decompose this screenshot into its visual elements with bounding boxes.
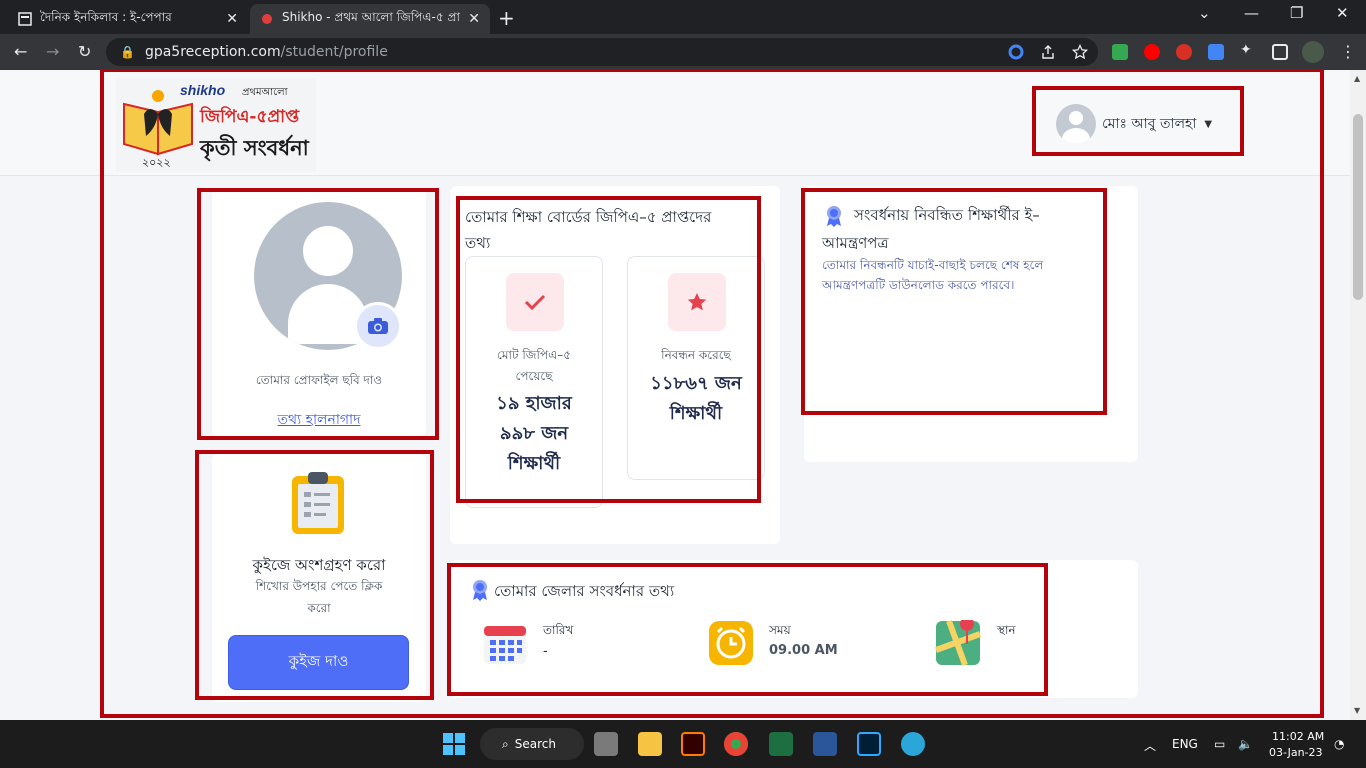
search-icon: ⌕ [502,736,509,751]
word-icon[interactable] [813,732,837,756]
url-host: gpa5reception.com [144,44,281,60]
bookmark-star-icon[interactable] [1072,44,1088,60]
adblock-extension-icon[interactable] [1176,44,1192,60]
notification-icon[interactable]: ◔ [1334,737,1344,751]
url-path: /student/profile [280,44,388,60]
youtube-extension-icon[interactable] [1144,44,1160,60]
illustrator-icon[interactable] [681,732,705,756]
google-icon[interactable] [1008,44,1024,60]
taskbar-search[interactable]: ⌕ Search [480,728,584,760]
forward-button[interactable]: → [46,42,59,61]
newspaper-icon [18,12,32,26]
browser-toolbar: ← → ↻ 🔒 gpa5reception.com/student/profil… [0,34,1366,70]
page-scrollbar[interactable]: ▲ ▼ [1350,70,1366,720]
lock-icon: 🔒 [120,45,135,59]
browser-tab-bar: দৈনিক ইনকিলাব : ই-পেপার ✕ Shikho - প্রথম… [0,0,1366,34]
tab-shikho[interactable]: Shikho - প্রথম আলো জিপিএ-৫ প্রা ✕ [250,4,490,34]
chrome-menu-icon[interactable]: ⋮ [1340,42,1356,61]
tab-title: দৈনিক ইনকিলাব : ই-পেপার [40,10,172,24]
task-view-icon[interactable] [594,732,618,756]
excel-icon[interactable] [769,732,793,756]
photoshop-icon[interactable] [857,732,881,756]
share-icon[interactable] [1040,44,1056,60]
windows-taskbar: ⌕ Search ︿ ENG ▭ 🔈 11:02 AM 03-Jan-23 ◔ [0,720,1366,768]
restore-button[interactable]: ❐ [1290,4,1303,22]
minimize-button[interactable]: — [1244,4,1259,22]
scroll-down-icon[interactable]: ▼ [1354,706,1360,715]
chart-extension-icon[interactable] [1112,44,1128,60]
chrome-icon[interactable] [724,732,748,756]
address-bar[interactable]: 🔒 gpa5reception.com/student/profile [106,38,1098,66]
highlight-page [100,70,1324,718]
file-explorer-icon[interactable] [638,732,662,756]
language-indicator[interactable]: ENG [1172,737,1198,751]
profile-avatar[interactable] [1302,41,1324,63]
extensions-puzzle-icon[interactable]: ✦ [1240,42,1256,58]
tab-title: Shikho - প্রথম আলো জিপিএ-৫ প্রা [282,10,460,24]
back-button[interactable]: ← [14,42,27,61]
side-panel-icon[interactable] [1272,44,1288,60]
shikho-favicon-icon [262,14,272,24]
close-window-button[interactable]: ✕ [1336,4,1349,22]
close-tab-icon[interactable]: ✕ [468,11,480,27]
taskbar-search-label: Search [514,737,556,751]
scroll-thumb[interactable] [1353,114,1363,300]
close-tab-icon[interactable]: ✕ [226,11,238,27]
clock-date[interactable]: 03-Jan-23 [1269,746,1323,759]
paint-icon[interactable] [901,732,925,756]
volume-icon[interactable]: 🔈 [1238,737,1253,751]
page-viewport: shikho প্রথমআলো জিপিএ-৫প্রাপ্ত কৃতী সংবর… [0,70,1350,720]
tray-chevron-up-icon[interactable]: ︿ [1144,737,1156,754]
reload-button[interactable]: ↻ [78,42,91,61]
network-icon[interactable]: ▭ [1214,737,1225,751]
scroll-up-icon[interactable]: ▲ [1354,74,1360,83]
tab-inqilab[interactable]: দৈনিক ইনকিলাব : ই-পেপার ✕ [8,4,248,34]
clock-time[interactable]: 11:02 AM [1272,730,1324,743]
translate-extension-icon[interactable] [1208,44,1224,60]
windows-start-icon[interactable] [442,732,466,756]
new-tab-button[interactable]: + [498,6,515,30]
tab-search-icon[interactable]: ⌄ [1198,4,1211,22]
